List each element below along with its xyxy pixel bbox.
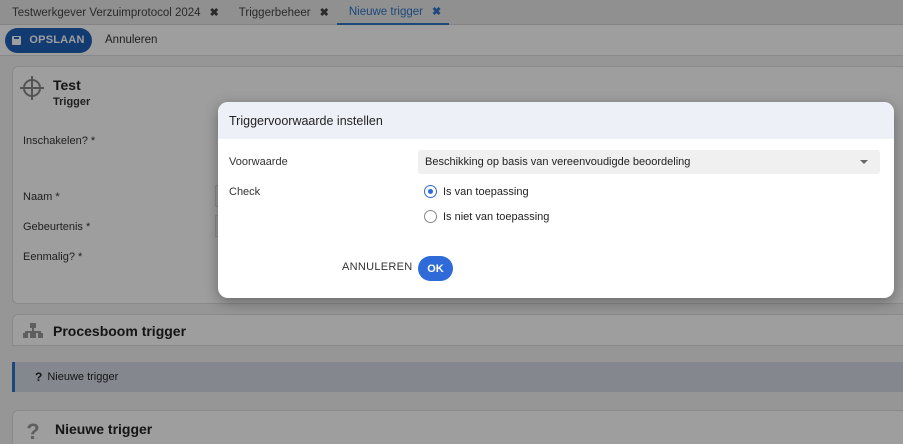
radio-applicable-label: Is van toepassing [443, 185, 529, 198]
radio-not-applicable[interactable]: Is niet van toepassing [424, 210, 549, 223]
trigger-condition-dialog: Triggervoorwaarde instellen Voorwaarde B… [218, 102, 894, 298]
radio-unselected-icon[interactable] [424, 210, 437, 223]
dialog-cancel-button[interactable]: ANNULEREN [342, 261, 413, 273]
chevron-down-icon [860, 160, 868, 164]
condition-select-value: Beschikking op basis van vereenvoudigde … [425, 156, 691, 168]
condition-label: Voorwaarde [229, 156, 288, 168]
radio-selected-icon[interactable] [424, 185, 437, 198]
radio-applicable[interactable]: Is van toepassing [424, 185, 529, 198]
condition-select[interactable]: Beschikking op basis van vereenvoudigde … [418, 150, 880, 174]
dialog-title: Triggervoorwaarde instellen [218, 102, 894, 139]
radio-not-applicable-label: Is niet van toepassing [443, 210, 550, 223]
check-label: Check [229, 186, 261, 198]
dialog-ok-button[interactable]: OK [418, 256, 453, 281]
